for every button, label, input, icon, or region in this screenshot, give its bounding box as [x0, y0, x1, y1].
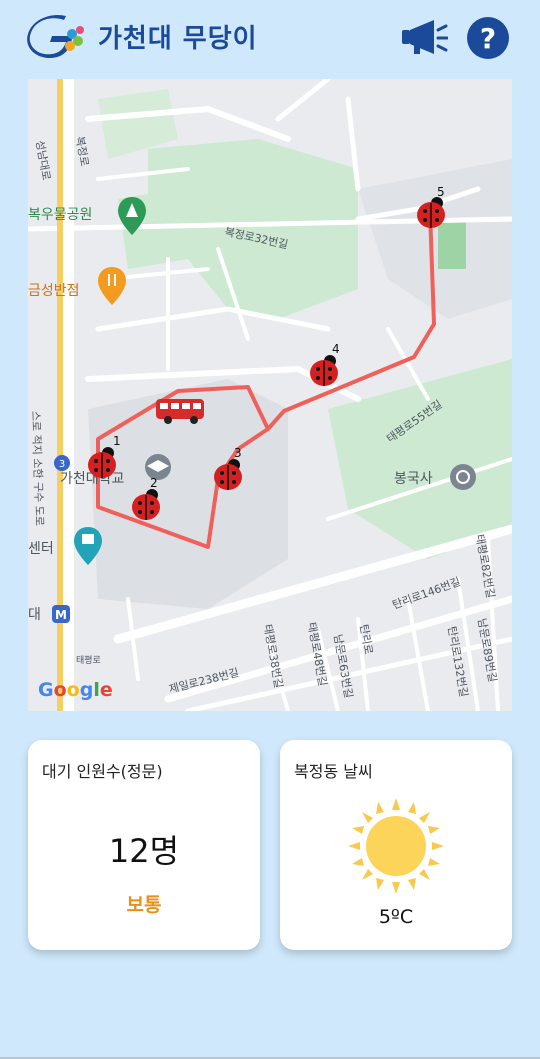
map-label: 봉국사: [394, 471, 433, 487]
stop-number: 3: [234, 446, 242, 460]
map-label: 복우물공원: [28, 207, 92, 223]
waiting-count: 12명: [108, 832, 180, 870]
map-label: 스로 적지 소한 구수 도로: [29, 411, 46, 527]
app-header: 가천대 무당이 ?: [0, 0, 540, 78]
map-label: 복정로: [73, 135, 91, 167]
map-canvas: M 3 복정로 성남대로 복우물공원 금성반점 복정로32번길 가천대학교 태평…: [28, 79, 512, 711]
svg-text:?: ?: [480, 22, 496, 55]
map-label: 탄리로146번길: [391, 575, 463, 612]
weather-card: 복정동 날씨 5ºC: [280, 740, 512, 950]
megaphone-icon[interactable]: [400, 18, 448, 58]
app-title: 가천대 무당이: [98, 24, 258, 54]
map-label: 금성반점: [28, 283, 80, 299]
field-area: [438, 219, 466, 269]
temple-pin-icon[interactable]: [450, 464, 476, 490]
gachon-logo: [27, 14, 84, 58]
temperature: 5ºC: [378, 906, 414, 928]
school-pin-icon[interactable]: [145, 454, 171, 480]
metro-label: M: [55, 608, 67, 622]
ladybug-icon-4[interactable]: 4: [310, 342, 340, 386]
campus-area: [358, 159, 512, 319]
map-label: 대: [28, 607, 41, 623]
map-label: 성남대로: [33, 139, 53, 181]
stop-number: 1: [113, 434, 121, 448]
stop-number: 5: [437, 185, 445, 199]
stop-number: 4: [332, 342, 340, 356]
waiting-card: 대기 인원수(정문) 12명 보통: [28, 740, 260, 950]
restaurant-pin-icon[interactable]: [98, 267, 126, 305]
question-mark-icon[interactable]: ?: [466, 16, 510, 60]
map-label: 센터: [28, 541, 54, 557]
waiting-status: 보통: [126, 894, 162, 916]
map-label: 태평로82번길: [473, 533, 497, 599]
waiting-title: 대기 인원수(정문): [42, 762, 163, 781]
map-label: 태평로38번길: [261, 623, 285, 689]
map-label: 태평로: [76, 655, 101, 666]
weather-title: 복정동 날씨: [294, 762, 373, 781]
sun-icon: [348, 798, 444, 894]
stop-number: 2: [150, 476, 158, 490]
route-map[interactable]: M 3 복정로 성남대로 복우물공원 금성반점 복정로32번길 가천대학교 태평…: [28, 79, 512, 711]
exit-label: 3: [59, 459, 65, 470]
google-logo: Google: [38, 679, 113, 701]
